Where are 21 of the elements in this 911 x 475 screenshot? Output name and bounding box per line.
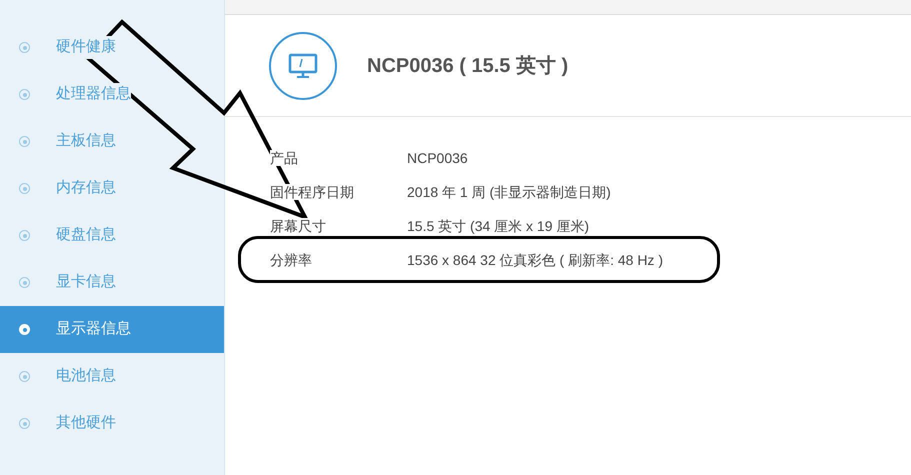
- detail-label: 分辨率: [270, 250, 313, 270]
- sidebar-item[interactable]: 处理器信息: [0, 71, 224, 118]
- monitor-icon: [269, 32, 337, 100]
- detail-value: NCP0036: [407, 148, 468, 168]
- sidebar-item[interactable]: 硬盘信息: [0, 212, 224, 259]
- sidebar-item[interactable]: 其他硬件: [0, 400, 224, 447]
- detail-label: 屏幕尺寸: [270, 216, 327, 236]
- sidebar-label: 硬件健康: [56, 36, 116, 59]
- detail-value: 1536 x 864 32 位真彩色 ( 刷新率: 48 Hz ): [407, 250, 663, 270]
- sidebar-label: 显示器信息: [56, 319, 131, 340]
- sidebar-item[interactable]: 电池信息: [0, 353, 224, 400]
- device-title: NCP0036 ( 15.5 英寸 ): [367, 54, 568, 78]
- detail-value: 2018 年 1 周 (非显示器制造日期): [407, 182, 611, 202]
- sidebar-item[interactable]: 主板信息: [0, 118, 224, 165]
- sidebar-item[interactable]: 显卡信息: [0, 259, 224, 306]
- sidebar-item[interactable]: 硬件健康: [0, 24, 224, 71]
- detail-value: 15.5 英寸 (34 厘米 x 19 厘米): [407, 216, 590, 236]
- detail-label: 产品: [270, 148, 299, 168]
- sidebar-item[interactable]: 内存信息: [0, 165, 224, 212]
- sidebar-item[interactable]: 显示器信息: [0, 306, 224, 353]
- detail-label: 固件程序日期: [270, 182, 355, 202]
